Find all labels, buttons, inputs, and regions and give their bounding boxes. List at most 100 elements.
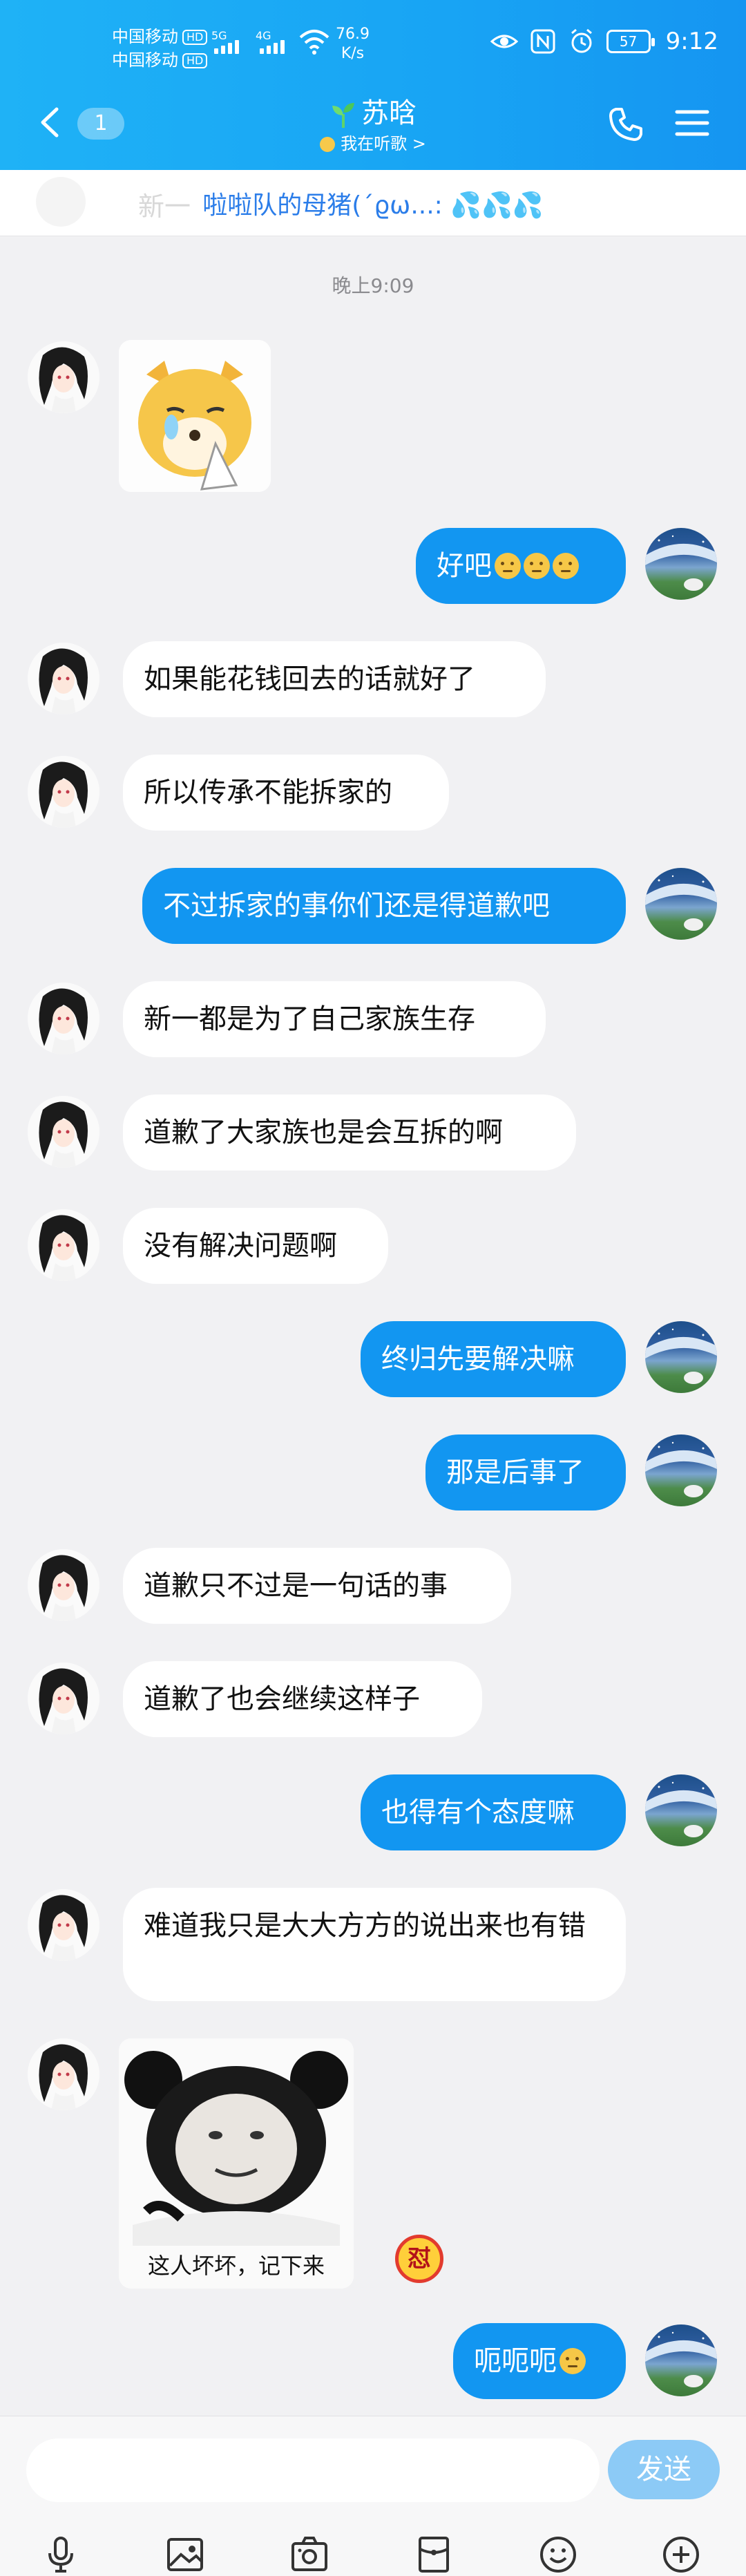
- carrier-info: 中国移动 HD 中国移动 HD: [112, 25, 208, 72]
- message-text: 如果能花钱回去的话就好了: [144, 663, 475, 695]
- chat-header: 中国移动 HD 中国移动 HD 5G 4G 76.9 K/s 57 9:12 1 苏…: [0, 0, 746, 170]
- anime-girl-avatar-icon: [28, 1663, 99, 1734]
- contact-avatar[interactable]: [28, 756, 99, 828]
- status-bar: 中国移动 HD 中国移动 HD 5G 4G 76.9 K/s 57 9:12: [0, 0, 746, 97]
- input-bar: 发送: [0, 2416, 746, 2576]
- message-text: 新一都是为了自己家族生存: [144, 1003, 475, 1035]
- sprout-icon: [332, 103, 354, 128]
- wifi-icon: [299, 30, 329, 55]
- microphone-icon[interactable]: [40, 2534, 82, 2575]
- crying-shiba-dog-sticker[interactable]: [119, 340, 271, 492]
- contact-avatar[interactable]: [28, 1663, 99, 1734]
- outgoing-message-bubble[interactable]: 不过拆家的事你们还是得道歉吧: [142, 868, 626, 944]
- landscape-avatar-icon: [645, 875, 717, 931]
- message-text: 那是后事了: [446, 1457, 584, 1488]
- anime-girl-avatar-icon: [28, 2038, 99, 2110]
- eye-icon: [490, 35, 518, 48]
- my-avatar[interactable]: [645, 1321, 717, 1393]
- anime-girl-avatar-icon: [28, 643, 99, 714]
- outgoing-message-bubble[interactable]: 也得有个态度嘛: [361, 1774, 626, 1850]
- phone-call-icon[interactable]: [606, 105, 645, 144]
- awkward-smile-emoji-icon: [553, 553, 579, 579]
- panda-meme-sticker[interactable]: 这人坏坏，记下来: [119, 2038, 354, 2289]
- contact-avatar[interactable]: [28, 643, 99, 714]
- top-notice-bar[interactable]: 新一 啦啦队的母猪(´ϱω...: 💦💦💦: [0, 170, 746, 236]
- speed-value: 76.9: [336, 26, 370, 43]
- status-right: 57 9:12: [490, 28, 718, 55]
- my-avatar[interactable]: [645, 1774, 717, 1846]
- carrier-2: 中国移动: [112, 50, 178, 70]
- outgoing-message-bubble[interactable]: 呃呃呃: [453, 2323, 626, 2399]
- my-avatar[interactable]: [645, 528, 717, 600]
- message-text: 所以传承不能拆家的: [144, 777, 392, 808]
- carrier-1: 中国移动: [112, 27, 178, 46]
- anime-girl-avatar-icon: [28, 1889, 99, 1961]
- camera-icon[interactable]: [289, 2534, 330, 2575]
- shiba-dog-icon: [119, 340, 271, 492]
- contact-avatar[interactable]: [28, 1096, 99, 1168]
- incoming-message-bubble[interactable]: 道歉只不过是一句话的事: [123, 1548, 511, 1624]
- message-text: 也得有个态度嘛: [381, 1797, 575, 1828]
- contact-avatar[interactable]: [28, 1209, 99, 1281]
- sticker-caption: 这人坏坏，记下来: [147, 2253, 325, 2279]
- message-text: 难道我只是大大方方的说出来也有错: [144, 1910, 586, 1942]
- message-text: 好吧: [437, 550, 492, 582]
- listening-status-text: 我在听歌 >: [341, 134, 426, 153]
- landscape-avatar-icon: [645, 1781, 717, 1837]
- reaction-badge[interactable]: 怼: [395, 2235, 443, 2283]
- outgoing-message-bubble[interactable]: 好吧: [416, 528, 626, 604]
- send-button[interactable]: 发送: [608, 2440, 720, 2499]
- anime-girl-avatar-icon: [28, 1209, 99, 1281]
- message-input[interactable]: [26, 2438, 600, 2502]
- nfc-icon: [530, 29, 555, 54]
- red-packet-icon[interactable]: [413, 2534, 455, 2575]
- anime-girl-avatar-icon: [28, 756, 99, 828]
- outgoing-message-bubble[interactable]: 终归先要解决嘛: [361, 1321, 626, 1397]
- contact-avatar[interactable]: [28, 341, 99, 413]
- incoming-message-bubble[interactable]: 新一都是为了自己家族生存: [123, 981, 546, 1057]
- landscape-avatar-icon: [645, 1328, 717, 1384]
- menu-icon[interactable]: [674, 108, 710, 138]
- landscape-avatar-icon: [645, 535, 717, 591]
- plus-icon[interactable]: [660, 2534, 702, 2575]
- incoming-message-bubble[interactable]: 难道我只是大大方方的说出来也有错: [123, 1888, 626, 2001]
- contact-avatar[interactable]: [28, 2038, 99, 2110]
- anime-girl-avatar-icon: [28, 1096, 99, 1168]
- message-text: 道歉只不过是一句话的事: [144, 1570, 448, 1602]
- message-text: 道歉了也会继续这样子: [144, 1683, 420, 1715]
- battery-indicator: 57: [606, 30, 655, 53]
- alarm-icon: [571, 28, 592, 53]
- contact-avatar[interactable]: [28, 1549, 99, 1621]
- my-avatar[interactable]: [645, 868, 717, 940]
- incoming-message-bubble[interactable]: 所以传承不能拆家的: [123, 755, 449, 831]
- contact-avatar[interactable]: [28, 983, 99, 1054]
- anime-girl-avatar-icon: [28, 983, 99, 1054]
- anime-girl-avatar-icon: [28, 1549, 99, 1621]
- music-status-icon: [320, 137, 336, 152]
- signal-icon-1: [214, 40, 239, 54]
- awkward-smile-emoji-icon: [524, 553, 550, 579]
- speed-unit: K/s: [341, 45, 365, 62]
- message-text: 没有解决问题啊: [144, 1230, 337, 1262]
- my-avatar[interactable]: [645, 2324, 717, 2396]
- emoji-icon[interactable]: [537, 2534, 579, 2575]
- anime-girl-avatar-icon: [28, 341, 99, 413]
- notice-text: 啦啦队的母猪(´ϱω...: 💦💦💦: [202, 191, 544, 220]
- contact-name-text: 苏晗: [361, 97, 417, 129]
- incoming-message-bubble[interactable]: 道歉了大家族也是会互拆的啊: [123, 1095, 576, 1171]
- incoming-message-bubble[interactable]: 如果能花钱回去的话就好了: [123, 641, 546, 717]
- outgoing-message-bubble[interactable]: 那是后事了: [425, 1434, 626, 1510]
- incoming-message-bubble[interactable]: 道歉了也会继续这样子: [123, 1661, 482, 1737]
- image-icon[interactable]: [164, 2534, 206, 2575]
- incoming-message-bubble[interactable]: 没有解决问题啊: [123, 1208, 388, 1284]
- awkward-smile-emoji-icon: [560, 2348, 586, 2374]
- message-timestamp: 晚上9:09: [332, 274, 414, 297]
- message-text: 不过拆家的事你们还是得道歉吧: [163, 890, 550, 922]
- my-avatar[interactable]: [645, 1434, 717, 1506]
- awkward-smile-emoji-icon: [495, 553, 521, 579]
- message-text: 终归先要解决嘛: [381, 1343, 575, 1375]
- clock: 9:12: [665, 28, 718, 55]
- network-speed: 76.9 K/s: [336, 25, 370, 64]
- hd-badge-2: HD: [182, 53, 208, 68]
- contact-avatar[interactable]: [28, 1889, 99, 1961]
